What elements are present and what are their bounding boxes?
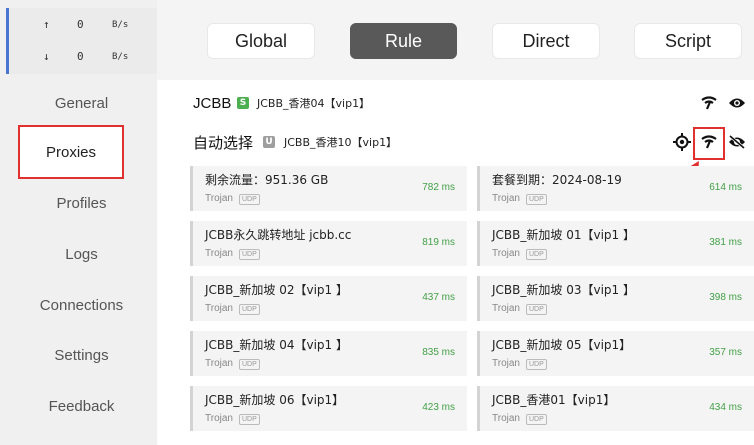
proxy-type: Trojan [205, 248, 233, 259]
group-name: 自动选择 [193, 134, 254, 152]
nav-item-label: Connections [39, 296, 124, 314]
proxy-type: Trojan [492, 358, 520, 369]
mode-global-button[interactable]: Global [207, 23, 315, 59]
proxy-name: JCBB_香港01【vip1】 [492, 393, 616, 407]
proxy-latency[interactable]: 434 ms [709, 402, 742, 413]
upload-unit: B/s [112, 20, 129, 30]
proxy-latency[interactable]: 819 ms [422, 237, 455, 248]
proxy-latency[interactable]: 398 ms [709, 292, 742, 303]
proxy-name: JCBB_新加坡 06【vip1】 [205, 393, 345, 407]
proxy-type: Trojan [492, 413, 520, 424]
nav-item-label: Logs [65, 245, 98, 263]
nav-item-general[interactable]: General [6, 80, 157, 126]
proxy-card[interactable]: JCBB_新加坡 06【vip1】 Trojan UDP 423 ms [190, 386, 467, 431]
proxy-card[interactable]: JCBB_香港01【vip1】 Trojan UDP 434 ms [477, 386, 754, 431]
proxy-latency[interactable]: 782 ms [422, 182, 455, 193]
group-type-badge: S [237, 97, 249, 109]
group-current-proxy: JCBB_香港04【vip1】 [257, 97, 371, 110]
proxy-name: 剩余流量：951.36 GB [205, 173, 329, 187]
proxy-latency[interactable]: 381 ms [709, 237, 742, 248]
proxy-name: JCBB_新加坡 03【vip1 】 [492, 283, 635, 297]
proxy-latency[interactable]: 357 ms [709, 347, 742, 358]
proxy-card[interactable]: JCBB_新加坡 01【vip1 】 Trojan UDP 381 ms [477, 221, 754, 266]
wifi-latency-icon[interactable] [700, 94, 718, 112]
nav-item-connections[interactable]: Connections [6, 282, 157, 328]
proxy-type: Trojan [205, 413, 233, 424]
udp-badge: UDP [526, 194, 547, 205]
mode-direct-button[interactable]: Direct [492, 23, 600, 59]
proxy-latency[interactable]: 437 ms [422, 292, 455, 303]
group-type-badge: U [263, 136, 275, 148]
nav-item-logs[interactable]: Logs [6, 231, 157, 277]
proxy-card[interactable]: 套餐到期：2024-08-19 Trojan UDP 614 ms [477, 166, 754, 211]
udp-badge: UDP [239, 359, 260, 370]
nav-item-label: Proxies [45, 143, 97, 161]
nav-item-label: Settings [54, 346, 109, 364]
proxy-group-jcbb[interactable]: JCBB S JCBB_香港04【vip1】 [157, 85, 754, 121]
udp-badge: UDP [526, 359, 547, 370]
proxy-name: 套餐到期：2024-08-19 [492, 173, 622, 187]
proxy-type: Trojan [205, 303, 233, 314]
group-name: JCBB [193, 94, 232, 112]
udp-badge: UDP [526, 414, 547, 425]
proxy-latency[interactable]: 614 ms [709, 182, 742, 193]
proxy-name: JCBB永久跳转地址 jcbb.cc [205, 228, 352, 242]
nav-item-label: Feedback [48, 397, 115, 415]
proxy-latency[interactable]: 835 ms [422, 347, 455, 358]
udp-badge: UDP [526, 249, 547, 260]
proxy-card[interactable]: JCBB_新加坡 02【vip1 】 Trojan UDP 437 ms [190, 276, 467, 321]
locate-icon[interactable] [673, 133, 691, 151]
traffic-speed-panel: ↑ 0 B/s ↓ 0 B/s [6, 8, 157, 74]
proxy-latency[interactable]: 423 ms [422, 402, 455, 413]
download-speed: ↓ 0 B/s [9, 50, 157, 70]
nav-item-label: General [54, 94, 109, 112]
proxy-group-auto-select[interactable]: 自动选择 U JCBB_香港10【vip1】 [157, 124, 754, 160]
proxy-name: JCBB_新加坡 05【vip1】 [492, 338, 632, 352]
upload-value: 0 [77, 18, 84, 31]
download-arrow-icon: ↓ [43, 50, 50, 63]
download-unit: B/s [112, 52, 129, 62]
download-value: 0 [77, 50, 84, 63]
group-current-proxy: JCBB_香港10【vip1】 [284, 136, 398, 149]
nav-item-label: Profiles [56, 194, 107, 212]
udp-badge: UDP [526, 304, 547, 315]
proxy-type: Trojan [205, 358, 233, 369]
proxy-type: Trojan [492, 303, 520, 314]
udp-badge: UDP [239, 414, 260, 425]
eye-off-icon[interactable] [728, 133, 746, 151]
mode-rule-button[interactable]: Rule [350, 23, 457, 59]
proxy-name: JCBB_新加坡 04【vip1 】 [205, 338, 348, 352]
nav-item-proxies[interactable]: Proxies [18, 125, 124, 179]
udp-badge: UDP [239, 194, 260, 205]
nav-item-settings[interactable]: Settings [6, 332, 157, 378]
proxy-card[interactable]: JCBB_新加坡 03【vip1 】 Trojan UDP 398 ms [477, 276, 754, 321]
sidebar: ↑ 0 B/s ↓ 0 B/s General Proxies Profiles… [0, 0, 157, 445]
proxies-panel: JCBB S JCBB_香港04【vip1】 自动选择 U JCBB_香港10【… [157, 80, 754, 445]
mode-script-button[interactable]: Script [634, 23, 742, 59]
upload-speed: ↑ 0 B/s [9, 18, 157, 38]
proxy-type: Trojan [492, 193, 520, 204]
nav-item-profiles[interactable]: Profiles [6, 180, 157, 226]
udp-badge: UDP [239, 249, 260, 260]
upload-arrow-icon: ↑ [43, 18, 50, 31]
nav-item-feedback[interactable]: Feedback [6, 383, 157, 429]
eye-icon[interactable] [728, 94, 746, 112]
proxy-name: JCBB_新加坡 01【vip1 】 [492, 228, 635, 242]
proxy-type: Trojan [205, 193, 233, 204]
proxy-card[interactable]: JCBB_新加坡 04【vip1 】 Trojan UDP 835 ms [190, 331, 467, 376]
proxy-card[interactable]: JCBB_新加坡 05【vip1】 Trojan UDP 357 ms [477, 331, 754, 376]
proxy-card[interactable]: JCBB永久跳转地址 jcbb.cc Trojan UDP 819 ms [190, 221, 467, 266]
udp-badge: UDP [239, 304, 260, 315]
mode-bar: Global Rule Direct Script [157, 0, 754, 80]
proxy-card[interactable]: 剩余流量：951.36 GB Trojan UDP 782 ms [190, 166, 467, 211]
proxy-name: JCBB_新加坡 02【vip1 】 [205, 283, 348, 297]
proxy-type: Trojan [492, 248, 520, 259]
